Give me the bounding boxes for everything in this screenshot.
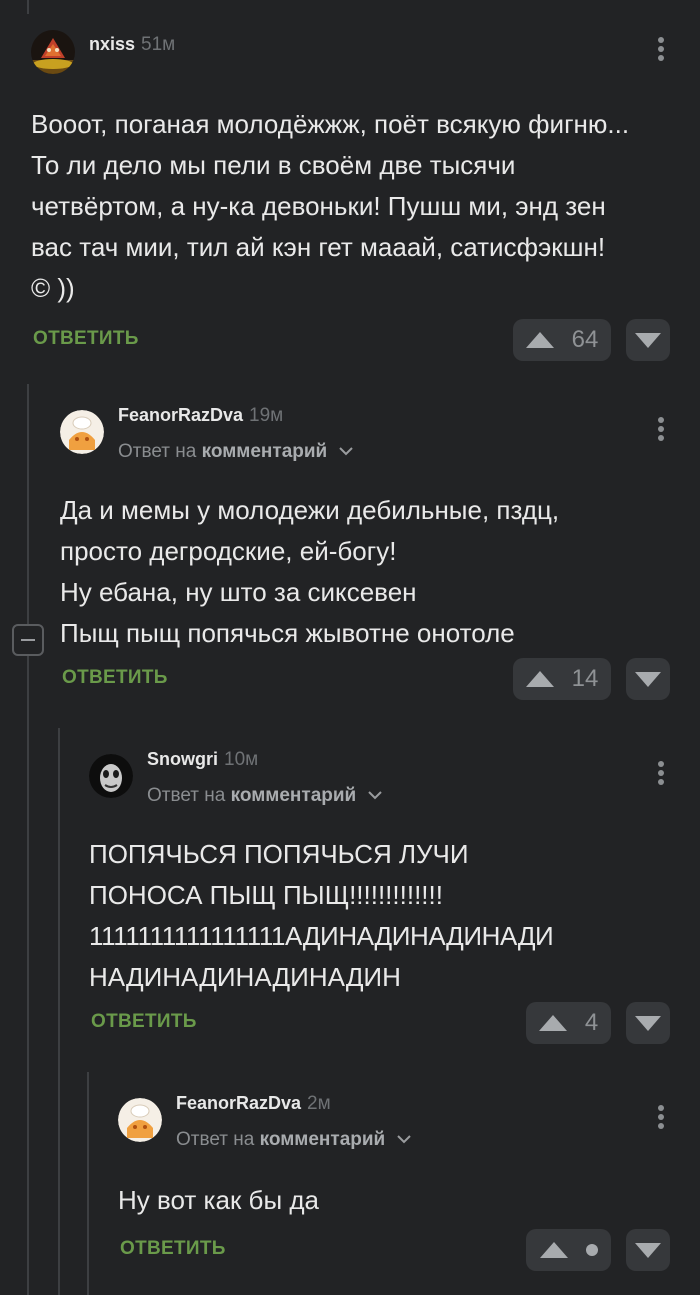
comment-meta: FeanorRazDva 19м	[118, 404, 283, 427]
avatar[interactable]	[31, 30, 75, 74]
reply-to-label: Ответ на комментарий	[147, 785, 382, 807]
triangle-up-icon	[538, 1015, 567, 1031]
comment-menu-button[interactable]	[651, 34, 671, 70]
comment: nxiss 51м Вооот, поганая молодёжжж, поёт …	[31, 30, 700, 361]
triangle-down-icon	[635, 1242, 661, 1258]
upvote-button[interactable]: 4	[526, 1002, 611, 1044]
comment-menu-button[interactable]	[651, 1102, 671, 1138]
reply-button[interactable]: ОТВЕТИТЬ	[62, 667, 168, 689]
downvote-button[interactable]	[626, 1229, 670, 1271]
comment-text: Ну вот как бы да	[118, 1185, 319, 1215]
vote-count-hidden-dot	[585, 1244, 598, 1256]
vertical-dots-icon	[651, 1105, 671, 1129]
comment-text-line: Пыщ пыщ попячься жывотне онотоле	[60, 618, 515, 648]
upvote-button[interactable]: 14	[513, 658, 611, 700]
vote-count: 4	[584, 1009, 599, 1036]
reply-button[interactable]: ОТВЕТИТЬ	[91, 1011, 197, 1033]
comment-menu-button[interactable]	[651, 414, 671, 450]
downvote-button[interactable]	[626, 1002, 670, 1044]
comment-text: Вооот, поганая молодёжжж, поёт всякую фи…	[31, 109, 630, 303]
vertical-dots-icon	[651, 417, 671, 441]
comment: FeanorRazDva 2м Ответ на комментарий Ну в…	[118, 1082, 700, 1271]
comment-text-line: НАДИНАДИНАДИНАДИН	[89, 962, 401, 992]
minus-box-icon	[21, 639, 35, 641]
vote-count: 64	[571, 326, 599, 353]
reply-button[interactable]: ОТВЕТИТЬ	[120, 1238, 226, 1260]
comment-menu-button[interactable]	[651, 758, 671, 794]
chevron-down-icon[interactable]	[338, 447, 353, 456]
thread-line-level-3	[87, 1072, 89, 1295]
reply-to-link[interactable]: комментарий	[231, 785, 357, 806]
comment-text: Да и мемы у молодежи дебильные, пздц, пр…	[60, 490, 700, 654]
comment-text-line: Да и мемы у молодежи дебильные, пздц,	[60, 495, 560, 525]
comment-footer: ОТВЕТИТЬ	[118, 1229, 700, 1271]
upvote-button[interactable]	[526, 1229, 611, 1271]
downvote-button[interactable]	[626, 319, 670, 361]
comment-text-line: ПОНОСА ПЫЩ ПЫЩ!!!!!!!!!!!!!	[89, 880, 443, 910]
comment-text-line: 1111111111111111АДИНАДИНАДИНАДИ	[89, 921, 554, 951]
comment-meta: nxiss 51м	[89, 33, 175, 56]
reply-to-prefix: Ответ на	[176, 1129, 255, 1150]
comment-header: FeanorRazDva 2м Ответ на комментарий	[118, 1082, 700, 1150]
chevron-down-icon[interactable]	[396, 1135, 411, 1144]
username[interactable]: nxiss	[89, 34, 135, 54]
triangle-up-icon	[525, 671, 554, 687]
username[interactable]: FeanorRazDva	[176, 1093, 301, 1113]
comment-text: ПОПЯЧЬСЯ ПОПЯЧЬСЯ ЛУЧИ ПОНОСА ПЫЩ ПЫЩ!!!…	[89, 834, 700, 998]
comment-meta: Snowgri 10м	[147, 748, 258, 771]
chevron-down-icon[interactable]	[367, 791, 382, 800]
reply-to-prefix: Ответ на	[147, 785, 226, 806]
reply-to-prefix: Ответ на	[118, 441, 197, 462]
thread-line-level-2	[58, 728, 60, 1295]
comment-text-line: Ну ебана, ну што за сиксевен	[60, 577, 417, 607]
triangle-up-icon	[525, 332, 554, 348]
comment-footer: ОТВЕТИТЬ 4	[89, 1002, 700, 1044]
comment-time: 2м	[307, 1093, 331, 1114]
reply-button[interactable]: ОТВЕТИТЬ	[33, 328, 139, 350]
comment-text-line: просто дегродские, ей-богу!	[60, 536, 397, 566]
comment-time: 10м	[224, 749, 259, 770]
triangle-down-icon	[635, 332, 661, 348]
comment-meta: FeanorRazDva 2м	[176, 1092, 331, 1115]
thread-line-level-1	[27, 384, 29, 1295]
comment-header: nxiss 51м	[31, 30, 700, 76]
triangle-down-icon	[635, 1015, 661, 1031]
avatar[interactable]	[89, 754, 133, 798]
upvote-button[interactable]: 64	[513, 319, 611, 361]
comment-header: Snowgri 10м Ответ на комментарий	[89, 738, 700, 806]
vote-count: 14	[571, 665, 599, 692]
reply-to-label: Ответ на комментарий	[118, 441, 353, 463]
collapse-thread-button[interactable]	[12, 624, 44, 656]
comment: FeanorRazDva 19м Ответ на комментарий Да …	[60, 394, 700, 700]
triangle-down-icon	[635, 671, 661, 687]
comment-footer: ОТВЕТИТЬ 14	[60, 658, 700, 700]
reply-to-label: Ответ на комментарий	[176, 1129, 411, 1151]
downvote-button[interactable]	[626, 658, 670, 700]
avatar[interactable]	[60, 410, 104, 454]
username[interactable]: FeanorRazDva	[118, 405, 243, 425]
thread-line-level-1	[27, 0, 29, 14]
comment-time: 19м	[249, 405, 284, 426]
comment-header: FeanorRazDva 19м Ответ на комментарий	[60, 394, 700, 462]
vertical-dots-icon	[651, 37, 671, 61]
comment-time: 51м	[141, 34, 176, 55]
avatar[interactable]	[118, 1098, 162, 1142]
comment: Snowgri 10м Ответ на комментарий ПОПЯЧЬСЯ…	[89, 738, 700, 1044]
reply-to-link[interactable]: комментарий	[260, 1129, 386, 1150]
vertical-dots-icon	[651, 761, 671, 785]
reply-to-link[interactable]: комментарий	[202, 441, 328, 462]
comment-footer: ОТВЕТИТЬ 64	[31, 319, 700, 361]
triangle-up-icon	[539, 1242, 568, 1258]
username[interactable]: Snowgri	[147, 749, 218, 769]
comment-text-line: ПОПЯЧЬСЯ ПОПЯЧЬСЯ ЛУЧИ	[89, 839, 469, 869]
